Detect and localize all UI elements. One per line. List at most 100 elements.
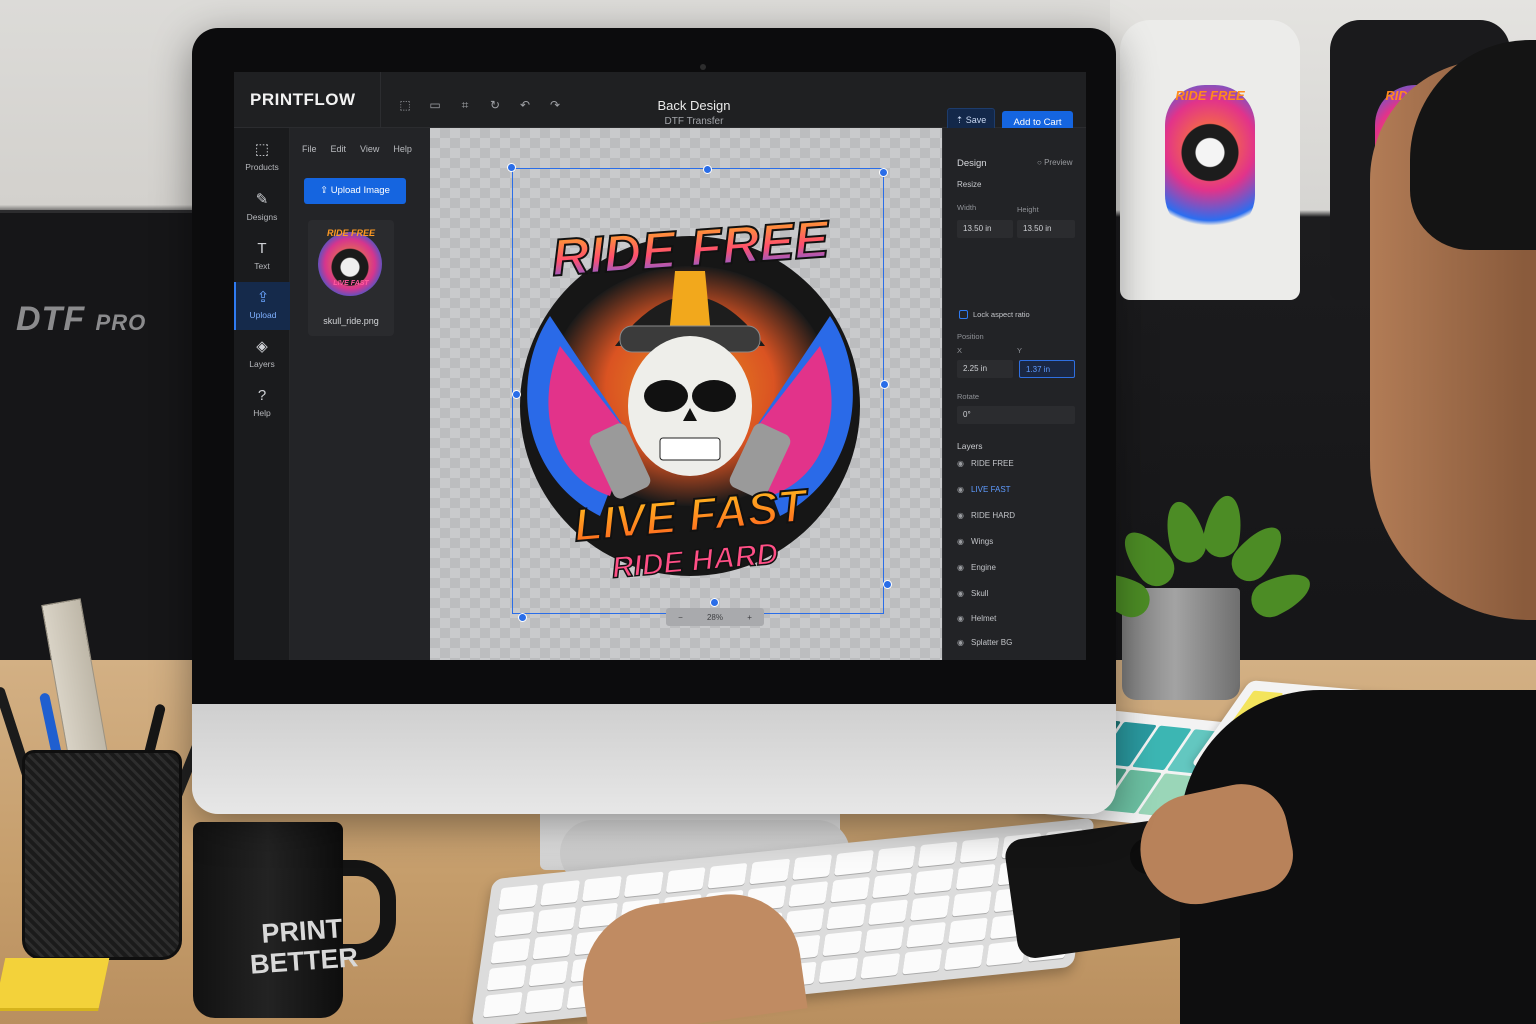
resize-handle[interactable]: [883, 580, 892, 589]
height-input[interactable]: 13.50 in: [1017, 220, 1075, 238]
lock-aspect-checkbox[interactable]: [959, 310, 968, 319]
resize-handle[interactable]: [703, 165, 712, 174]
menu-help[interactable]: Help: [393, 144, 412, 154]
layers-heading: Layers: [957, 441, 983, 451]
keyboard-key: [833, 850, 874, 876]
keyboard-key: [536, 906, 577, 933]
layer-item[interactable]: ◉ Engine: [957, 557, 1075, 579]
undo-icon[interactable]: ↶: [516, 98, 534, 112]
rail-item-upload[interactable]: ⇪ Upload: [234, 282, 290, 330]
keyboard-key: [582, 875, 623, 902]
menu-file[interactable]: File: [302, 144, 317, 154]
rail-label: Text: [254, 261, 270, 271]
upload-icon: ⇪: [256, 289, 270, 306]
box-icon: ⬚: [254, 141, 270, 158]
preview-toggle[interactable]: ○ Preview: [1037, 158, 1073, 167]
sticky-notes: [0, 958, 110, 1008]
menu-view[interactable]: View: [360, 144, 379, 154]
resize-handle[interactable]: [512, 390, 521, 399]
position-label: Position: [957, 332, 984, 341]
save-icon: ⇡: [955, 115, 966, 125]
uploaded-image-thumbnail[interactable]: RIDE FREE LIVE FAST skull_ride.png: [308, 220, 394, 336]
eye-icon[interactable]: ◉: [957, 531, 971, 553]
keyboard-key: [528, 960, 569, 987]
zoom-out-icon[interactable]: −: [678, 613, 683, 622]
keyboard-key: [707, 862, 748, 889]
eye-icon[interactable]: ◉: [957, 632, 971, 654]
rail-label: Products: [245, 162, 279, 172]
eye-icon[interactable]: ◉: [957, 479, 971, 501]
keyboard-key: [860, 953, 901, 979]
layer-item[interactable]: ◉ Wings: [957, 531, 1075, 553]
document-title: Back Design: [657, 98, 731, 113]
layer-item[interactable]: ◉ RIDE FREE: [957, 453, 1075, 475]
resize-handle[interactable]: [880, 380, 889, 389]
design-canvas[interactable]: RIDE FREE LIVE FAST RIDE HARD − 28% +: [430, 128, 942, 660]
rail-label: Upload: [249, 310, 277, 320]
menu-edit[interactable]: Edit: [331, 144, 347, 154]
keyboard-key: [524, 987, 565, 1014]
resize-handle[interactable]: [710, 598, 719, 607]
white-tshirt: [1120, 20, 1300, 300]
menu-bar: File Edit View Help: [302, 144, 412, 154]
layer-item[interactable]: ◉ LIVE FAST: [957, 479, 1075, 501]
keyboard-key: [955, 864, 996, 890]
resize-handle[interactable]: [518, 613, 527, 622]
x-position-input[interactable]: 2.25 in: [957, 360, 1013, 378]
zoom-level: 28%: [706, 612, 723, 622]
folder-icon[interactable]: ▭: [426, 98, 444, 112]
keyboard-key: [818, 957, 859, 984]
help-icon: ?: [257, 387, 267, 404]
keyboard-key: [486, 964, 527, 991]
keyboard-key: [494, 911, 535, 937]
eye-icon[interactable]: ◉: [957, 453, 971, 475]
width-input[interactable]: 13.50 in: [957, 220, 1013, 238]
upload-image-button[interactable]: ⇪ Upload Image: [304, 178, 406, 204]
top-bar: PRINTFLOW ⬚ ▭ ⌗ ↻ ↶ ↷ Back Design DTF Tr…: [234, 72, 1086, 135]
printer-shelf: [0, 210, 200, 670]
tshirt-print-text: RIDE FREE: [1175, 88, 1245, 103]
keyboard-key: [482, 991, 523, 1018]
rotate-icon[interactable]: ↻: [486, 98, 504, 112]
keyboard-key: [951, 890, 992, 917]
layer-item[interactable]: ◉ Splatter BG: [957, 632, 1075, 654]
zoom-control: − 28% +: [666, 608, 764, 626]
upload-icon: ⇪: [320, 185, 331, 196]
resize-handle[interactable]: [507, 163, 516, 172]
keyboard-key: [863, 926, 904, 952]
x-label: X: [957, 346, 963, 355]
layer-item[interactable]: ◉ Helmet: [957, 608, 1075, 630]
selection-box[interactable]: [512, 168, 884, 614]
y-position-input[interactable]: 1.37 in: [1019, 360, 1075, 378]
rail-item-products[interactable]: ⬚ Products: [234, 134, 290, 182]
layer-name: Skull: [971, 589, 989, 598]
keyboard-key: [867, 899, 908, 926]
tshirt-print: [1165, 85, 1255, 235]
crop-icon[interactable]: ⌗: [456, 98, 474, 112]
rotate-input[interactable]: 0°: [957, 406, 1075, 424]
zoom-in-icon[interactable]: +: [747, 613, 752, 622]
thumbnail-text: RIDE FREE: [326, 228, 375, 238]
eye-icon[interactable]: ◉: [957, 583, 971, 605]
rail-item-text[interactable]: T Text: [234, 233, 290, 281]
rail-item-designs[interactable]: ✎ Designs: [234, 184, 290, 232]
eye-icon[interactable]: ◉: [957, 505, 971, 527]
eye-icon[interactable]: ◉: [957, 557, 971, 579]
rail-item-layers[interactable]: ◈ Layers: [234, 331, 290, 379]
resize-handle[interactable]: [879, 168, 888, 177]
redo-icon[interactable]: ↷: [546, 98, 564, 112]
layer-name: LIVE FAST: [971, 485, 1011, 494]
select-icon[interactable]: ⬚: [396, 98, 414, 112]
rail-item-help[interactable]: ? Help: [234, 380, 290, 428]
y-label: Y: [1017, 346, 1023, 355]
layer-item[interactable]: ◉ Skull: [957, 583, 1075, 605]
eye-icon[interactable]: ◉: [957, 608, 971, 630]
printer-label: DTF PRO: [16, 300, 147, 338]
tab-design[interactable]: Design: [957, 158, 987, 169]
rotate-label: Rotate: [957, 392, 980, 401]
layer-name: Wings: [971, 537, 994, 546]
layer-item[interactable]: ◉ RIDE HARD: [957, 505, 1075, 527]
keyboard-key: [665, 867, 706, 893]
keyboard-key: [498, 884, 539, 911]
thumbnail-text: LIVE FAST: [333, 280, 369, 287]
